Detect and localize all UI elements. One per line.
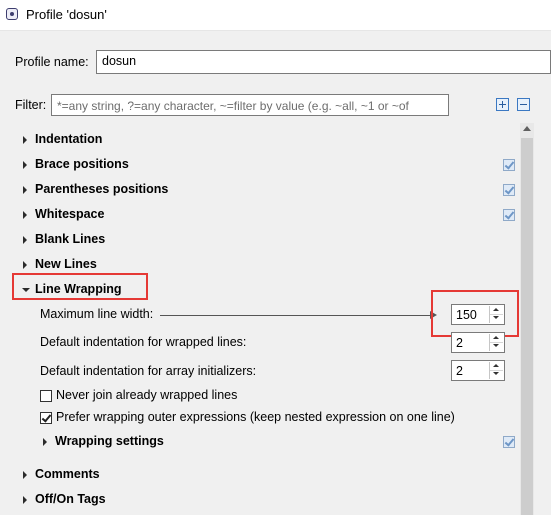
modified-check-icon (503, 209, 515, 221)
filter-input[interactable]: *=any string, ?=any character, ~=filter … (51, 94, 449, 116)
tree-item-wrapping-settings[interactable]: Wrapping settings (42, 433, 502, 453)
never-join-checkbox[interactable] (40, 390, 52, 402)
profile-name-label: Profile name: (15, 55, 89, 69)
spin-down-icon[interactable] (490, 342, 503, 350)
modified-check-icon (503, 184, 515, 196)
tree-item-brace-positions[interactable]: Brace positions (22, 156, 512, 176)
formatter-tree: Indentation Brace positions Parentheses … (0, 123, 520, 515)
title-bar: Profile 'dosun' (0, 0, 551, 31)
tree-item-blank-lines[interactable]: Blank Lines (22, 231, 512, 251)
highlight-box-max-width (431, 290, 519, 337)
tree-item-label: Wrapping settings (55, 434, 164, 448)
tree-item-whitespace[interactable]: Whitespace (22, 206, 512, 226)
expand-arrow-icon[interactable] (23, 471, 27, 479)
default-indent-spinner[interactable]: 2 (451, 332, 505, 353)
expand-arrow-icon[interactable] (23, 161, 27, 169)
tree-item-label: Parentheses positions (35, 182, 169, 196)
modified-check-icon (503, 436, 515, 448)
default-indent-label: Default indentation for wrapped lines: (40, 335, 247, 349)
expand-arrow-icon[interactable] (23, 211, 27, 219)
app-icon (6, 8, 18, 20)
vertical-scrollbar[interactable] (520, 123, 534, 515)
prefer-outer-checkbox[interactable] (40, 412, 52, 424)
filter-placeholder: *=any string, ?=any character, ~=filter … (57, 99, 409, 113)
array-indent-value: 2 (456, 364, 463, 378)
tree-item-label: Whitespace (35, 207, 105, 221)
tree-item-label: Indentation (35, 132, 103, 146)
scroll-up-icon[interactable] (523, 126, 531, 131)
tree-item-label: Off/On Tags (35, 492, 106, 506)
spin-down-icon[interactable] (490, 370, 503, 378)
tree-item-indentation[interactable]: Indentation (22, 131, 512, 151)
modified-check-icon (503, 159, 515, 171)
array-indent-label: Default indentation for array initialize… (40, 364, 257, 378)
tree-item-label: Comments (35, 467, 100, 481)
tree-item-label: New Lines (35, 257, 97, 271)
pointer-arrow-line (160, 315, 432, 316)
expand-arrow-icon[interactable] (43, 438, 47, 446)
expand-arrow-icon[interactable] (23, 186, 27, 194)
expand-arrow-icon[interactable] (23, 236, 27, 244)
tree-item-off-on-tags[interactable]: Off/On Tags (22, 491, 512, 511)
prefer-outer-label: Prefer wrapping outer expressions (keep … (56, 410, 455, 424)
expand-arrow-icon[interactable] (23, 261, 27, 269)
spinner-buttons (489, 362, 503, 379)
profile-name-value: dosun (102, 54, 137, 68)
window-title: Profile 'dosun' (26, 7, 107, 22)
expand-arrow-icon[interactable] (23, 136, 27, 144)
array-indent-spinner[interactable]: 2 (451, 360, 505, 381)
scroll-thumb[interactable] (521, 138, 533, 515)
expand-arrow-icon[interactable] (23, 496, 27, 504)
expand-all-icon[interactable] (496, 98, 509, 111)
never-join-label: Never join already wrapped lines (56, 388, 238, 402)
filter-label: Filter: (15, 98, 47, 112)
tree-item-label: Brace positions (35, 157, 129, 171)
profile-name-input[interactable]: dosun (96, 50, 551, 74)
max-line-width-label: Maximum line width: (40, 307, 154, 321)
spinner-buttons (489, 334, 503, 351)
tree-item-parentheses-positions[interactable]: Parentheses positions (22, 181, 512, 201)
tree-item-label: Blank Lines (35, 232, 106, 246)
collapse-all-icon[interactable] (517, 98, 530, 111)
tree-item-comments[interactable]: Comments (22, 466, 512, 486)
highlight-box-line-wrapping (12, 273, 148, 300)
default-indent-value: 2 (456, 336, 463, 350)
